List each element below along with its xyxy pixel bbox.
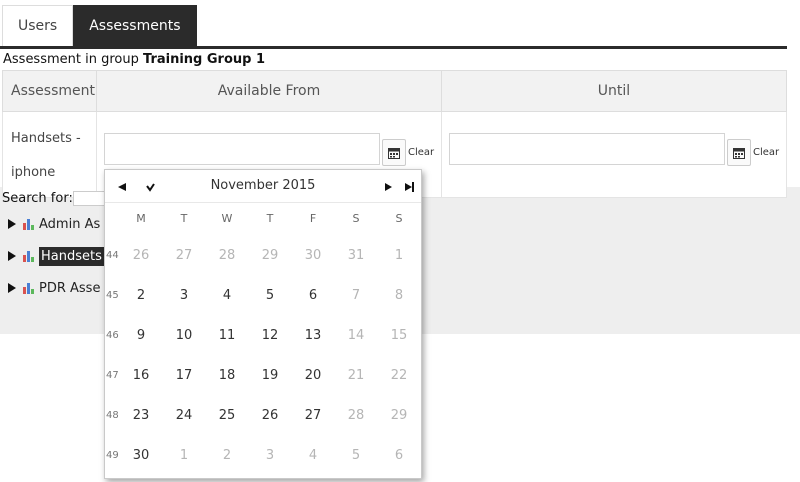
calendar-day[interactable]: 20 (298, 368, 328, 383)
until-calendar-button[interactable] (727, 139, 751, 166)
calendar-day[interactable]: 1 (169, 448, 199, 463)
group-heading: Assessment in group Training Group 1 (3, 52, 265, 67)
calendar-day[interactable]: 5 (341, 448, 371, 463)
calendar-day[interactable]: 24 (169, 408, 199, 423)
calendar-day[interactable]: 30 (298, 248, 328, 263)
group-heading-prefix: Assessment in group (3, 52, 139, 67)
calendar-icon (733, 148, 745, 159)
assessment-name-line1: Handsets - (11, 131, 81, 146)
calendar-day[interactable]: 12 (255, 328, 285, 343)
calendar-day[interactable]: 23 (126, 408, 156, 423)
calendar-day[interactable]: 4 (212, 288, 242, 303)
search-label: Search for: (2, 191, 73, 206)
calendar-day[interactable]: 16 (126, 368, 156, 383)
calendar-day[interactable]: 27 (298, 408, 328, 423)
calendar-day[interactable]: 11 (212, 328, 242, 343)
calendar-day[interactable]: 4 (298, 448, 328, 463)
tab-bar: Users Assessments (2, 5, 197, 46)
tab-assessments[interactable]: Assessments (73, 5, 197, 46)
weekday-header: F (309, 212, 317, 225)
datepicker-title: November 2015 (210, 178, 316, 193)
tree-item[interactable]: Admin As (8, 214, 100, 234)
calendar-day[interactable]: 15 (384, 328, 414, 343)
bar-chart-icon (23, 283, 34, 294)
tree-expand-arrow-icon[interactable] (8, 283, 16, 293)
column-header-until: Until (441, 70, 787, 112)
calendar-day[interactable]: 25 (212, 408, 242, 423)
bar-chart-icon (23, 219, 34, 230)
tree-expand-arrow-icon[interactable] (8, 251, 16, 261)
calendar-day[interactable]: 13 (298, 328, 328, 343)
calendar-day[interactable]: 14 (341, 328, 371, 343)
week-number: 45 (106, 290, 119, 301)
table-header-row: Assessment Available From Until (2, 70, 787, 112)
calendar-day[interactable]: 27 (169, 248, 199, 263)
calendar-day[interactable]: 5 (255, 288, 285, 303)
calendar-day[interactable]: 21 (341, 368, 371, 383)
weekday-header: S (395, 212, 403, 225)
assessment-name-cell: Handsets - iphone (2, 111, 97, 198)
weekday-header: S (352, 212, 360, 225)
next-month-icon[interactable] (381, 180, 395, 194)
calendar-day[interactable]: 29 (384, 408, 414, 423)
tree-expand-arrow-icon[interactable] (8, 219, 16, 229)
weekday-header: T (266, 212, 274, 225)
calendar-icon (388, 148, 400, 159)
datepicker-header: November 2015 (105, 170, 421, 203)
calendar-day[interactable]: 3 (255, 448, 285, 463)
tree-item-label[interactable]: Admin As (39, 217, 100, 232)
column-header-assessment: Assessment (2, 70, 97, 112)
calendar-day[interactable]: 8 (384, 288, 414, 303)
calendar-day[interactable]: 6 (298, 288, 328, 303)
tree-item-label[interactable]: Handsets (39, 246, 104, 266)
available-from-clear-link[interactable]: Clear (408, 147, 434, 158)
calendar-day[interactable]: 28 (341, 408, 371, 423)
calendar-day[interactable]: 9 (126, 328, 156, 343)
week-number: 49 (106, 450, 119, 461)
calendar-day[interactable]: 22 (384, 368, 414, 383)
week-number: 48 (106, 410, 119, 421)
weekday-header: M (136, 212, 146, 225)
calendar-day[interactable]: 26 (126, 248, 156, 263)
tab-users[interactable]: Users (2, 5, 74, 46)
calendar-day[interactable]: 28 (212, 248, 242, 263)
calendar-day[interactable]: 26 (255, 408, 285, 423)
calendar-day[interactable]: 30 (126, 448, 156, 463)
week-number: 44 (106, 250, 119, 261)
until-cell: Clear (441, 111, 787, 198)
tree-item-label[interactable]: PDR Asse (39, 281, 100, 296)
available-from-input[interactable] (104, 133, 380, 165)
calendar-day[interactable]: 3 (169, 288, 199, 303)
group-name: Training Group 1 (143, 52, 266, 67)
calendar-day[interactable]: 29 (255, 248, 285, 263)
calendar-day[interactable]: 2 (126, 288, 156, 303)
calendar-day[interactable]: 18 (212, 368, 242, 383)
weekday-header: T (180, 212, 188, 225)
calendar-day[interactable]: 1 (384, 248, 414, 263)
until-input[interactable] (449, 133, 725, 165)
calendar-day[interactable]: 7 (341, 288, 371, 303)
tab-underline (0, 46, 787, 49)
available-from-calendar-button[interactable] (382, 139, 406, 166)
bar-chart-icon (23, 251, 34, 262)
calendar-day[interactable]: 31 (341, 248, 371, 263)
calendar-day[interactable]: 17 (169, 368, 199, 383)
until-clear-link[interactable]: Clear (753, 147, 779, 158)
calendar-day[interactable]: 10 (169, 328, 199, 343)
datepicker-popup: November 2015 M T W T F S S 44 26 27 28 29 30 31 1 45 2 3… (104, 169, 422, 479)
column-header-available-from: Available From (96, 70, 442, 112)
weekday-header: W (221, 212, 233, 225)
calendar-day[interactable]: 2 (212, 448, 242, 463)
calendar-day[interactable]: 6 (384, 448, 414, 463)
calendar-day[interactable]: 19 (255, 368, 285, 383)
tree-item[interactable]: PDR Asse (8, 278, 100, 298)
assessment-name-line2: iphone (11, 165, 56, 180)
week-number: 46 (106, 330, 119, 341)
tree-item[interactable]: Handsets (8, 246, 104, 266)
week-number: 47 (106, 370, 119, 381)
next-year-icon[interactable] (402, 180, 416, 194)
